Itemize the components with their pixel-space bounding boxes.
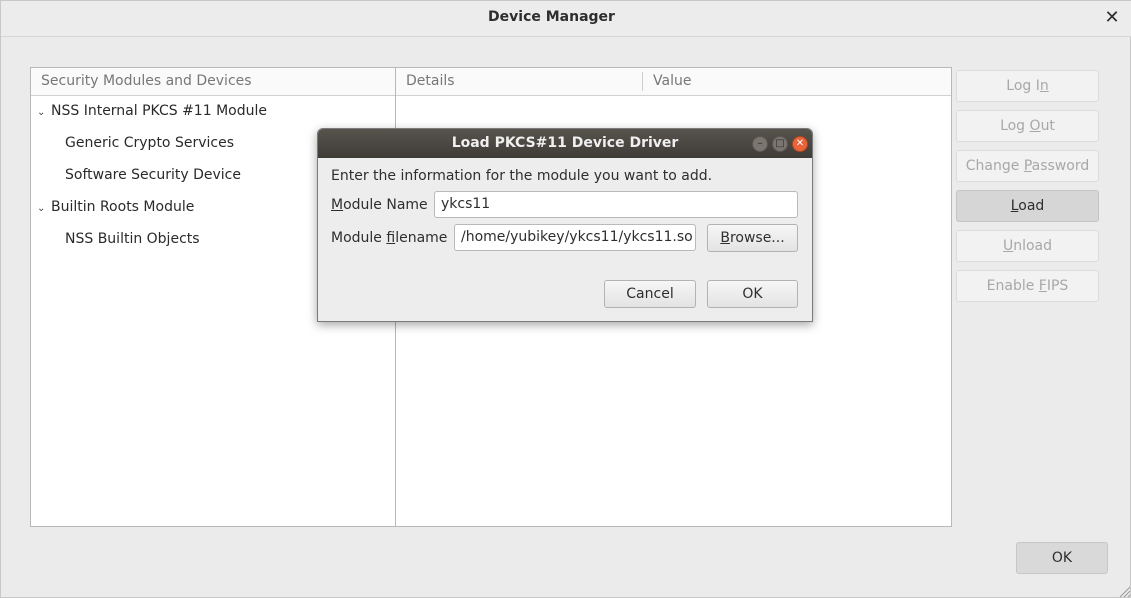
tree-item-generic-crypto-services[interactable]: Generic Crypto Services (65, 135, 234, 163)
column-header-details[interactable]: Details (406, 73, 455, 89)
close-icon[interactable]: ✕ (792, 136, 808, 152)
window-close-icon[interactable]: ✕ (1101, 7, 1123, 29)
tree-item-label: NSS Builtin Objects (65, 231, 200, 247)
dialog-titlebar[interactable]: Load PKCS#11 Device Driver – □ ✕ (318, 129, 812, 158)
tree-item-nss-builtin-objects[interactable]: NSS Builtin Objects (65, 231, 200, 259)
enable-fips-button[interactable]: Enable FIPS (956, 270, 1099, 302)
column-separator[interactable] (642, 72, 643, 91)
load-driver-dialog: Load PKCS#11 Device Driver – □ ✕ Enter t… (317, 128, 813, 322)
tree-item-software-security-device[interactable]: Software Security Device (65, 167, 241, 195)
dialog-title: Load PKCS#11 Device Driver (451, 135, 679, 151)
tree-column-header[interactable]: Security Modules and Devices (31, 68, 395, 96)
tree-item-nss-internal-module[interactable]: ⌄ NSS Internal PKCS #11 Module (37, 103, 267, 131)
browse-button[interactable]: Browse... (707, 224, 798, 252)
change-password-button[interactable]: Change Password (956, 150, 1099, 182)
maximize-icon[interactable]: □ (772, 136, 788, 152)
tree-item-label: NSS Internal PKCS #11 Module (51, 103, 267, 119)
log-in-button[interactable]: Log In (956, 70, 1099, 102)
module-name-input[interactable]: ykcs11 (434, 191, 798, 218)
tree-item-builtin-roots-module[interactable]: ⌄ Builtin Roots Module (37, 199, 194, 227)
module-filename-label: Module filename (331, 230, 448, 246)
unload-button[interactable]: Unload (956, 230, 1099, 262)
window-title: Device Manager (488, 9, 615, 25)
main-ok-button[interactable]: OK (1016, 542, 1108, 574)
minimize-icon[interactable]: – (752, 136, 768, 152)
tree-item-label: Builtin Roots Module (51, 199, 195, 215)
ok-button[interactable]: OK (707, 280, 798, 308)
dialog-instructions: Enter the information for the module you… (331, 168, 713, 184)
column-header-value[interactable]: Value (653, 73, 691, 89)
resize-grip-icon[interactable] (1117, 584, 1131, 598)
load-button[interactable]: Load (956, 190, 1099, 222)
module-filename-input[interactable]: /home/yubikey/ykcs11/ykcs11.so (454, 224, 696, 251)
log-out-button[interactable]: Log Out (956, 110, 1099, 142)
tree-item-label: Software Security Device (65, 167, 241, 183)
chevron-down-icon[interactable]: ⌄ (37, 203, 51, 214)
details-header: Details Value (396, 68, 951, 96)
window-titlebar: Device Manager ✕ (1, 1, 1131, 37)
cancel-button[interactable]: Cancel (604, 280, 696, 308)
module-name-label: Module Name (331, 197, 428, 213)
chevron-down-icon[interactable]: ⌄ (37, 107, 51, 118)
tree-item-label: Generic Crypto Services (65, 135, 234, 151)
